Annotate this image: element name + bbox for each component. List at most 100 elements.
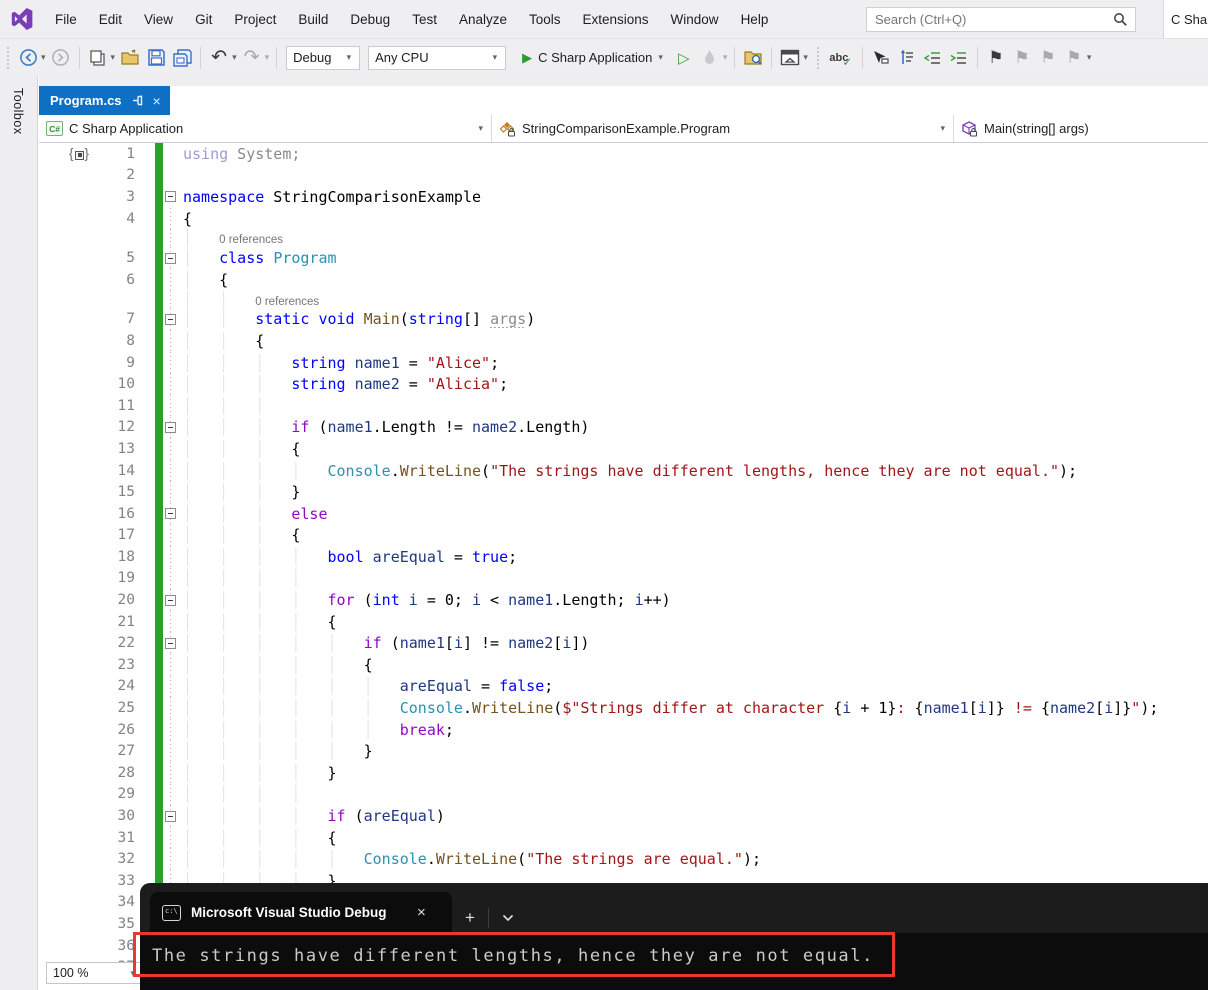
breakpoint-margin[interactable] (39, 208, 67, 230)
breakpoint-margin[interactable] (39, 632, 67, 654)
navbar-member-dropdown[interactable]: Main(string[] args) (954, 115, 1208, 142)
search-box[interactable] (866, 7, 1136, 32)
undo-icon[interactable]: ↶ (207, 46, 231, 70)
open-file-icon[interactable] (118, 46, 142, 70)
platform-combo[interactable]: Any CPU ▾ (368, 45, 507, 70)
breakpoint-margin[interactable] (39, 654, 67, 676)
menu-item-test[interactable]: Test (401, 8, 448, 31)
breakpoint-margin[interactable] (39, 373, 67, 395)
breakpoint-margin[interactable] (39, 805, 67, 827)
breakpoint-margin[interactable] (39, 784, 67, 806)
breakpoint-margin[interactable] (39, 165, 67, 187)
search-icon[interactable] (1113, 12, 1128, 27)
undo-caret[interactable]: ▾ (232, 52, 237, 63)
navbar-project-caret[interactable]: ▾ (478, 123, 483, 134)
fold-collapse-icon[interactable] (165, 594, 176, 606)
menu-item-build[interactable]: Build (287, 8, 339, 31)
menu-item-tools[interactable]: Tools (518, 8, 572, 31)
format-document-icon[interactable] (895, 46, 919, 70)
breakpoint-margin[interactable] (39, 611, 67, 633)
codelens-references-link[interactable]: 0 references (255, 296, 319, 308)
navbar-type-dropdown[interactable]: StringComparisonExample.Program ▾ (492, 115, 954, 142)
breakpoint-margin[interactable] (39, 417, 67, 439)
breakpoint-margin[interactable] (39, 935, 67, 957)
breakpoint-margin[interactable] (39, 913, 67, 935)
toolbar-grip[interactable] (4, 46, 12, 69)
platform-caret[interactable]: ▾ (493, 52, 498, 63)
breakpoint-margin[interactable] (39, 546, 67, 568)
new-project-caret[interactable]: ▾ (111, 52, 116, 63)
fold-collapse-icon[interactable] (165, 252, 176, 264)
console-dropdown-chevron[interactable] (489, 903, 527, 933)
using-outline-icon[interactable]: {} (69, 146, 89, 161)
start-debugging-button[interactable]: ▶ C Sharp Application ▾ (516, 50, 671, 66)
fold-collapse-icon[interactable] (165, 421, 176, 433)
editor-zoom-control[interactable]: 100 % ▾ (46, 962, 144, 984)
fold-collapse-icon[interactable] (165, 637, 176, 649)
navigate-back-icon[interactable] (16, 46, 40, 70)
navbar-type-caret[interactable]: ▾ (940, 123, 945, 134)
menu-item-edit[interactable]: Edit (88, 8, 133, 31)
editor-zoom-caret[interactable]: ▾ (130, 968, 135, 979)
menu-item-extensions[interactable]: Extensions (572, 8, 660, 31)
menu-item-help[interactable]: Help (730, 8, 780, 31)
find-in-files-icon[interactable] (741, 46, 765, 70)
menu-item-debug[interactable]: Debug (339, 8, 401, 31)
previous-bookmark-icon[interactable]: ⚑ (1010, 46, 1034, 70)
spell-check-icon[interactable]: abc ✓ (826, 46, 856, 70)
breakpoint-margin[interactable] (39, 848, 67, 870)
breakpoint-margin[interactable] (39, 330, 67, 352)
breakpoint-margin[interactable] (39, 352, 67, 374)
menu-item-git[interactable]: Git (184, 8, 223, 31)
fold-collapse-icon[interactable] (165, 191, 176, 203)
breakpoint-margin[interactable] (39, 309, 67, 331)
new-project-icon[interactable] (86, 46, 110, 70)
console-tab[interactable]: c:\ Microsoft Visual Studio Debug × (150, 892, 452, 933)
hot-reload-caret[interactable]: ▾ (723, 52, 728, 63)
solution-config-caret[interactable]: ▾ (347, 52, 352, 63)
increase-indent-icon[interactable] (947, 46, 971, 70)
redo-icon[interactable]: ↷ (240, 46, 264, 70)
window-layout-icon[interactable] (778, 46, 802, 70)
navigate-cursor-icon[interactable] (869, 46, 893, 70)
breakpoint-margin[interactable] (39, 460, 67, 482)
breakpoint-margin[interactable] (39, 740, 67, 762)
console-output-area[interactable]: The strings have different lengths, henc… (140, 933, 1208, 990)
tab-close-icon[interactable]: × (153, 93, 161, 109)
toolbar-grip[interactable] (813, 46, 822, 69)
breakpoint-margin[interactable] (39, 827, 67, 849)
breakpoint-margin[interactable] (39, 481, 67, 503)
search-input[interactable] (867, 12, 1113, 27)
navigate-back-caret[interactable]: ▾ (41, 52, 46, 63)
navigate-forward-icon[interactable] (49, 46, 73, 70)
breakpoint-margin[interactable] (39, 525, 67, 547)
breakpoint-margin[interactable] (39, 395, 67, 417)
breakpoint-margin[interactable] (39, 503, 67, 525)
breakpoint-margin[interactable] (39, 186, 67, 208)
start-without-debugging-icon[interactable]: ▷ (672, 46, 696, 70)
breakpoint-margin[interactable] (39, 438, 67, 460)
toolbar-overflow-caret[interactable]: ▾ (1087, 52, 1092, 63)
menu-item-analyze[interactable]: Analyze (448, 8, 518, 31)
breakpoint-margin[interactable] (39, 870, 67, 892)
window-layout-caret[interactable]: ▾ (803, 52, 808, 63)
breakpoint-margin[interactable] (39, 291, 67, 309)
console-tab-close-icon[interactable]: × (413, 904, 430, 921)
navbar-project-dropdown[interactable]: C# C Sharp Application ▾ (39, 115, 492, 142)
menu-item-file[interactable]: File (44, 8, 88, 31)
menu-item-project[interactable]: Project (223, 8, 287, 31)
clear-bookmarks-icon[interactable]: ⚑ (1062, 46, 1086, 70)
decrease-indent-icon[interactable] (921, 46, 945, 70)
fold-collapse-icon[interactable] (165, 313, 176, 325)
breakpoint-margin[interactable] (39, 269, 67, 291)
breakpoint-margin[interactable] (39, 676, 67, 698)
menu-item-view[interactable]: View (133, 8, 184, 31)
breakpoint-margin[interactable] (39, 589, 67, 611)
hot-reload-icon[interactable] (698, 46, 722, 70)
solution-config-combo[interactable]: Debug ▾ (286, 45, 361, 70)
pin-icon[interactable] (131, 94, 144, 107)
fold-collapse-icon[interactable] (165, 508, 176, 520)
toggle-bookmark-icon[interactable]: ⚑ (984, 46, 1008, 70)
codelens-references-link[interactable]: 0 references (219, 234, 283, 246)
save-icon[interactable] (144, 46, 168, 70)
